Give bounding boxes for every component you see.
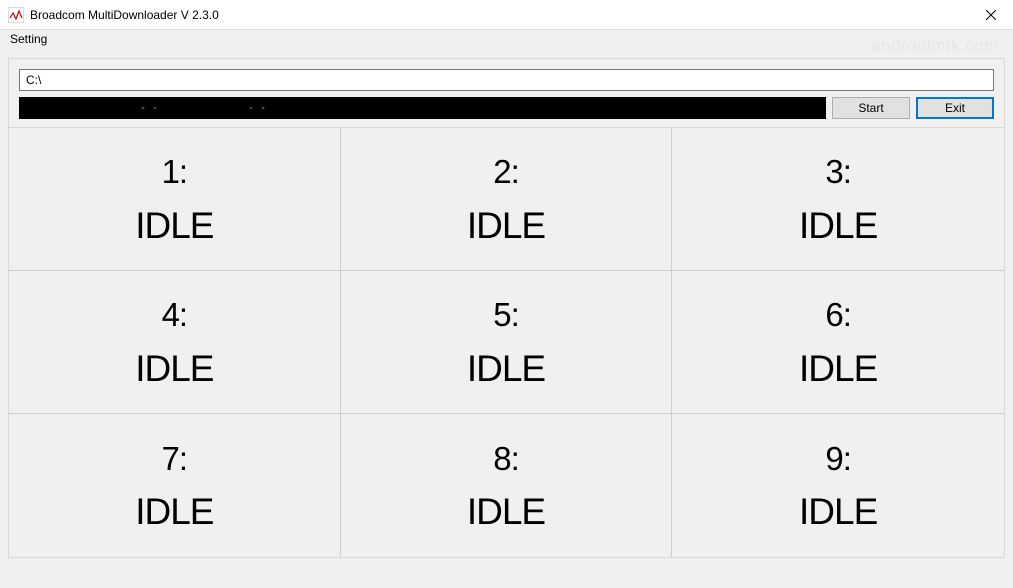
slot-status: IDLE [467,207,545,244]
slot-status: IDLE [135,493,213,530]
slots-grid: 1: IDLE 2: IDLE 3: IDLE 4: IDLE 5: IDLE … [9,128,1004,557]
slot-status: IDLE [467,350,545,387]
start-button[interactable]: Start [832,97,910,119]
slot-number: 2: [493,154,519,190]
slot-status: IDLE [135,207,213,244]
menu-setting[interactable]: Setting [6,31,51,47]
slot-cell: 2: IDLE [341,128,673,271]
top-panel: - - - - Start Exit [8,58,1005,128]
slot-cell: 8: IDLE [341,414,673,557]
slot-cell: 3: IDLE [672,128,1004,271]
slot-number: 5: [493,297,519,333]
slot-status: IDLE [799,493,877,530]
slot-status: IDLE [135,350,213,387]
slots-panel: 1: IDLE 2: IDLE 3: IDLE 4: IDLE 5: IDLE … [8,128,1005,558]
slot-status: IDLE [799,207,877,244]
progress-row: - - - - Start Exit [19,97,994,119]
slot-number: 3: [825,154,851,190]
path-input[interactable] [19,69,994,91]
slot-number: 1: [162,154,188,190]
slot-number: 7: [162,441,188,477]
window-title: Broadcom MultiDownloader V 2.3.0 [30,8,968,22]
slot-status: IDLE [467,493,545,530]
content-area: - - - - Start Exit 1: IDLE 2: IDLE 3: ID… [0,50,1013,588]
progress-tick: - - [248,103,266,114]
menubar: Setting [0,30,1013,50]
slot-number: 6: [825,297,851,333]
slot-cell: 9: IDLE [672,414,1004,557]
progress-bar: - - - - [19,97,826,119]
slot-number: 9: [825,441,851,477]
app-icon [8,7,24,23]
close-icon [986,10,996,20]
titlebar: Broadcom MultiDownloader V 2.3.0 [0,0,1013,30]
exit-button[interactable]: Exit [916,97,994,119]
slot-number: 4: [162,297,188,333]
slot-cell: 4: IDLE [9,271,341,414]
slot-cell: 6: IDLE [672,271,1004,414]
slot-status: IDLE [799,350,877,387]
slot-cell: 5: IDLE [341,271,673,414]
close-button[interactable] [968,0,1013,30]
slot-number: 8: [493,441,519,477]
slot-cell: 7: IDLE [9,414,341,557]
progress-tick: - - [140,103,158,114]
slot-cell: 1: IDLE [9,128,341,271]
